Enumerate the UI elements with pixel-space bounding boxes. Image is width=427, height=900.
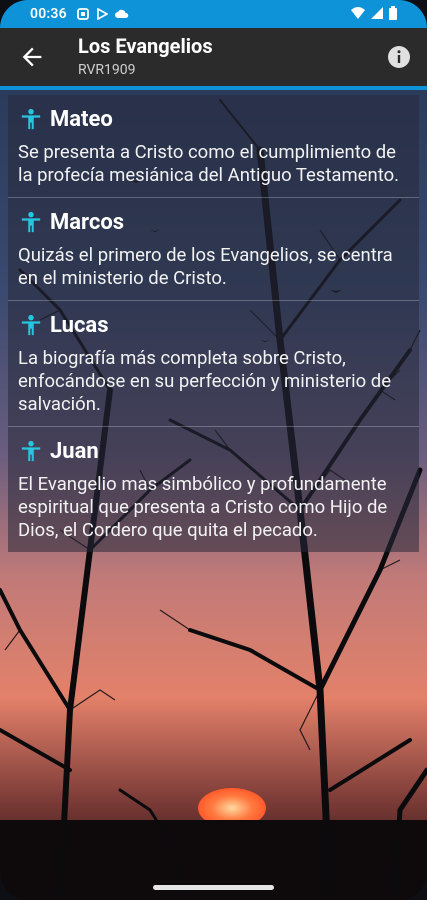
gospel-description: La biografía más completa sobre Cristo, …: [18, 347, 392, 415]
gospel-list: Mateo Se presenta a Cristo como el cumpl…: [8, 95, 419, 552]
gospel-name: Marcos: [50, 209, 125, 235]
arrow-left-icon[interactable]: [18, 43, 46, 71]
gospel-name: Juan: [50, 438, 99, 464]
app-bar: Los Evangelios RVR1909: [0, 28, 427, 86]
gesture-nav-bar[interactable]: [153, 885, 274, 890]
status-bar: 00:36: [0, 0, 427, 28]
wifi-icon: [351, 7, 365, 19]
person-icon: [21, 440, 41, 462]
person-icon: [21, 108, 41, 130]
gospel-item-mateo[interactable]: Mateo Se presenta a Cristo como el cumpl…: [8, 95, 419, 198]
battery-icon: [389, 6, 397, 20]
version-subtitle: RVR1909: [78, 62, 136, 78]
phone-screen: 00:36 Los Evangelios RVR1909 Mateo Se pr…: [0, 0, 427, 900]
play-store-icon: [97, 8, 108, 20]
person-icon: [21, 314, 41, 336]
gospel-item-juan[interactable]: Juan El Evangelio mas simbólico y profun…: [8, 427, 419, 552]
gospel-name: Mateo: [50, 106, 113, 132]
gospel-name: Lucas: [50, 312, 109, 338]
appbar-divider: [0, 86, 427, 90]
gospel-description: Quizás el primero de los Evangelios, se …: [18, 244, 393, 289]
cloud-icon: [114, 9, 129, 18]
person-icon: [21, 211, 41, 233]
gospel-description: Se presenta a Cristo como el cumplimient…: [18, 141, 400, 186]
gospel-item-lucas[interactable]: Lucas La biografía más completa sobre Cr…: [8, 301, 419, 427]
page-title: Los Evangelios: [78, 34, 213, 58]
card-icon: [76, 8, 89, 20]
gospel-item-marcos[interactable]: Marcos Quizás el primero de los Evangeli…: [8, 198, 419, 301]
clock: 00:36: [30, 6, 67, 22]
gospel-description: El Evangelio mas simbólico y profundamen…: [18, 473, 388, 541]
signal-icon: [371, 7, 383, 19]
info-icon[interactable]: [387, 45, 411, 69]
